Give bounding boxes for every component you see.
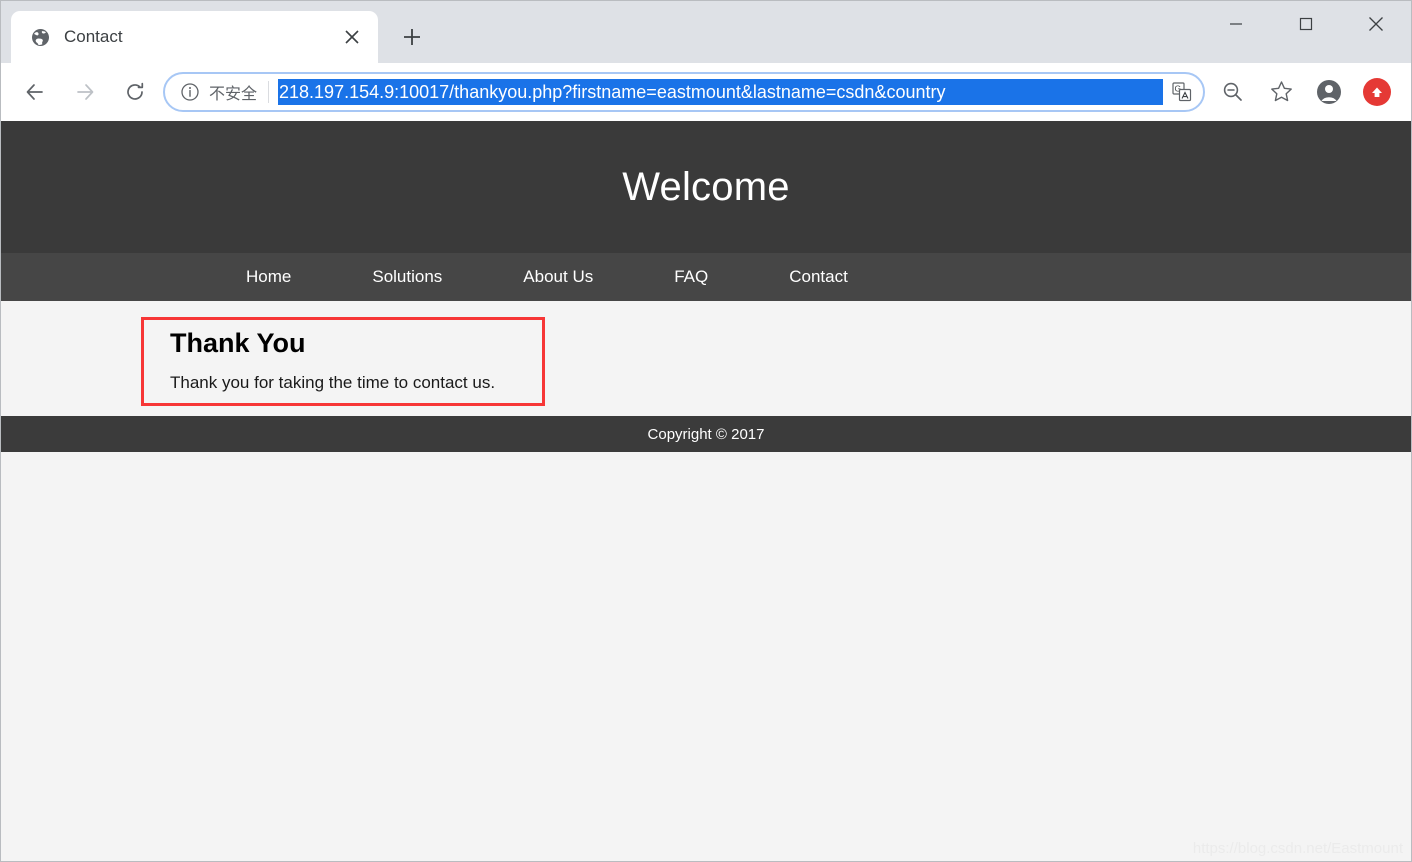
browser-tab-contact[interactable]: Contact <box>11 11 378 63</box>
close-icon[interactable] <box>338 23 366 51</box>
main-content: Thank You Thank you for taking the time … <box>1 301 1411 416</box>
new-tab-button[interactable] <box>392 17 432 57</box>
back-arrow-icon[interactable] <box>17 74 53 110</box>
close-window-button[interactable] <box>1341 1 1411 47</box>
nav-item-about-us[interactable]: About Us <box>523 267 593 287</box>
address-bar[interactable]: 不安全 218.197.154.9:10017/thankyou.php?fir… <box>163 71 1205 112</box>
minimize-button[interactable] <box>1201 1 1271 47</box>
tab-title: Contact <box>64 27 123 46</box>
globe-icon <box>31 28 50 47</box>
window-controls <box>1201 1 1411 47</box>
thank-you-heading: Thank You <box>170 328 306 358</box>
translate-icon[interactable]: G <box>1165 75 1199 109</box>
reload-icon[interactable] <box>117 74 153 110</box>
nav-item-home[interactable]: Home <box>246 267 291 287</box>
page-viewport: Welcome Home Solutions About Us FAQ Cont… <box>1 121 1411 861</box>
update-arrow-icon[interactable] <box>1357 72 1397 112</box>
info-circle-icon[interactable] <box>179 81 201 103</box>
url-input[interactable]: 218.197.154.9:10017/thankyou.php?firstna… <box>278 78 1163 105</box>
watermark: https://blog.csdn.net/Eastmount <box>1192 840 1403 857</box>
page-blank-area <box>1 452 1411 861</box>
browser-toolbar: 不安全 218.197.154.9:10017/thankyou.php?fir… <box>1 63 1411 121</box>
copyright-text: Copyright © 2017 <box>647 425 765 443</box>
nav-item-faq[interactable]: FAQ <box>674 267 708 287</box>
site-header: Welcome <box>1 121 1411 253</box>
thank-you-message: Thank you for taking the time to contact… <box>170 373 496 392</box>
tab-strip: Contact <box>1 1 1411 63</box>
site-navigation: Home Solutions About Us FAQ Contact <box>1 253 1411 301</box>
security-status-label: 不安全 <box>209 85 258 103</box>
nav-item-solutions[interactable]: Solutions <box>372 267 442 287</box>
thank-you-annotation-box: Thank You Thank you for taking the time … <box>141 317 545 406</box>
star-icon[interactable] <box>1261 72 1301 112</box>
nav-item-contact[interactable]: Contact <box>789 267 848 287</box>
forward-arrow-icon[interactable] <box>67 74 103 110</box>
zoom-out-icon[interactable] <box>1213 72 1253 112</box>
browser-window: Contact 不安全 218.197.154.9:10017/thankyou… <box>0 0 1412 862</box>
site-footer: Copyright © 2017 <box>1 416 1411 452</box>
profile-avatar-icon[interactable] <box>1309 72 1349 112</box>
omnibox-divider <box>268 80 270 103</box>
maximize-button[interactable] <box>1271 1 1341 47</box>
page-title: Welcome <box>622 164 790 209</box>
